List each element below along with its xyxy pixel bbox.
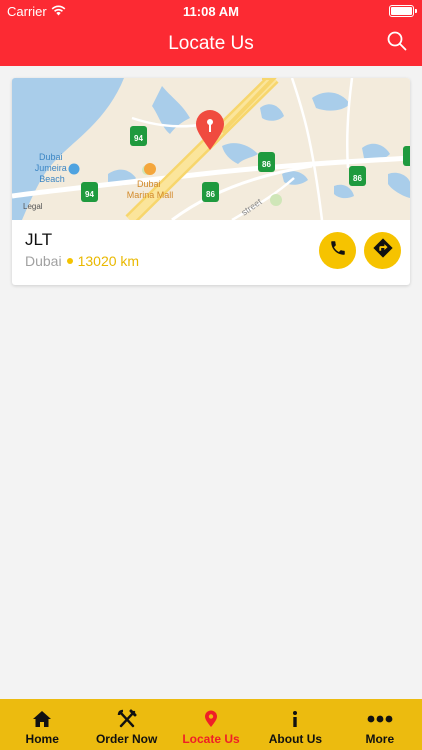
svg-text:94: 94 bbox=[134, 134, 143, 143]
directions-button[interactable] bbox=[364, 232, 401, 269]
tab-order-now[interactable]: Order Now bbox=[84, 699, 168, 750]
page-title: Locate Us bbox=[168, 33, 254, 54]
tab-home[interactable]: Home bbox=[0, 699, 84, 750]
map-label-street: street bbox=[239, 196, 264, 217]
tab-more[interactable]: More bbox=[338, 699, 422, 750]
tab-locate-us-label: Locate Us bbox=[182, 732, 240, 746]
header: Carrier 11:08 AM Locate Us bbox=[0, 0, 422, 66]
separator-dot-icon bbox=[66, 258, 73, 264]
tab-more-label: More bbox=[365, 732, 395, 746]
route-shield-94-2: 94 bbox=[81, 182, 98, 202]
directions-icon bbox=[372, 237, 394, 264]
tab-order-now-label: Order Now bbox=[95, 732, 158, 746]
map-legal-link: Legal bbox=[23, 202, 43, 211]
route-shield-86: 86 bbox=[202, 182, 219, 202]
fork-knife-icon bbox=[117, 709, 137, 729]
store-map[interactable]: 94 94 86 86 86 Dubai Jumeira Beach Dubai… bbox=[12, 78, 410, 220]
svg-text:86: 86 bbox=[353, 174, 362, 183]
tab-about-us[interactable]: About Us bbox=[253, 699, 337, 750]
tab-about-us-label: About Us bbox=[268, 732, 323, 746]
search-icon bbox=[387, 31, 407, 56]
phone-icon bbox=[329, 239, 347, 262]
map-label-mall-2: Marina Mall bbox=[127, 190, 174, 200]
info-icon bbox=[291, 709, 299, 729]
svg-text:86: 86 bbox=[262, 160, 271, 169]
map-label-jumeira-1: Dubai bbox=[39, 152, 63, 162]
svg-text:94: 94 bbox=[85, 190, 94, 199]
nav-bar: Locate Us bbox=[0, 22, 422, 66]
call-button[interactable] bbox=[319, 232, 356, 269]
tab-home-label: Home bbox=[25, 732, 59, 746]
map-label-mall-1: Dubai bbox=[137, 179, 161, 189]
location-pin-icon bbox=[204, 709, 218, 729]
tab-bar: Home Order Now Locate Us About Us More bbox=[0, 699, 422, 750]
route-shield-86-2: 86 bbox=[258, 152, 275, 172]
status-bar: Carrier 11:08 AM bbox=[0, 0, 422, 22]
route-shield-86-3: 86 bbox=[349, 166, 366, 186]
mall-poi-icon bbox=[144, 163, 156, 175]
store-distance: 13020 km bbox=[77, 253, 140, 269]
store-city: Dubai bbox=[25, 253, 62, 269]
route-shield-94: 94 bbox=[130, 126, 147, 146]
map-label-jumeira-2: Jumeira bbox=[35, 163, 67, 173]
store-card[interactable]: 94 94 86 86 86 Dubai Jumeira Beach Dubai… bbox=[12, 78, 410, 285]
tab-locate-us[interactable]: Locate Us bbox=[169, 699, 253, 750]
beach-poi-icon bbox=[68, 163, 80, 175]
svg-text:86: 86 bbox=[206, 190, 215, 199]
home-icon bbox=[32, 709, 52, 729]
svg-text:Dubai Jumeira: Dubai Jumeira Beach bbox=[35, 152, 70, 184]
more-dots-icon bbox=[367, 709, 393, 729]
map-label-jumeira-3: Beach bbox=[39, 174, 65, 184]
search-button[interactable] bbox=[384, 30, 410, 56]
status-time: 11:08 AM bbox=[183, 4, 239, 19]
store-meta: Dubai 13020 km bbox=[25, 253, 139, 269]
battery-icon bbox=[389, 5, 417, 17]
store-name: JLT bbox=[25, 230, 53, 249]
